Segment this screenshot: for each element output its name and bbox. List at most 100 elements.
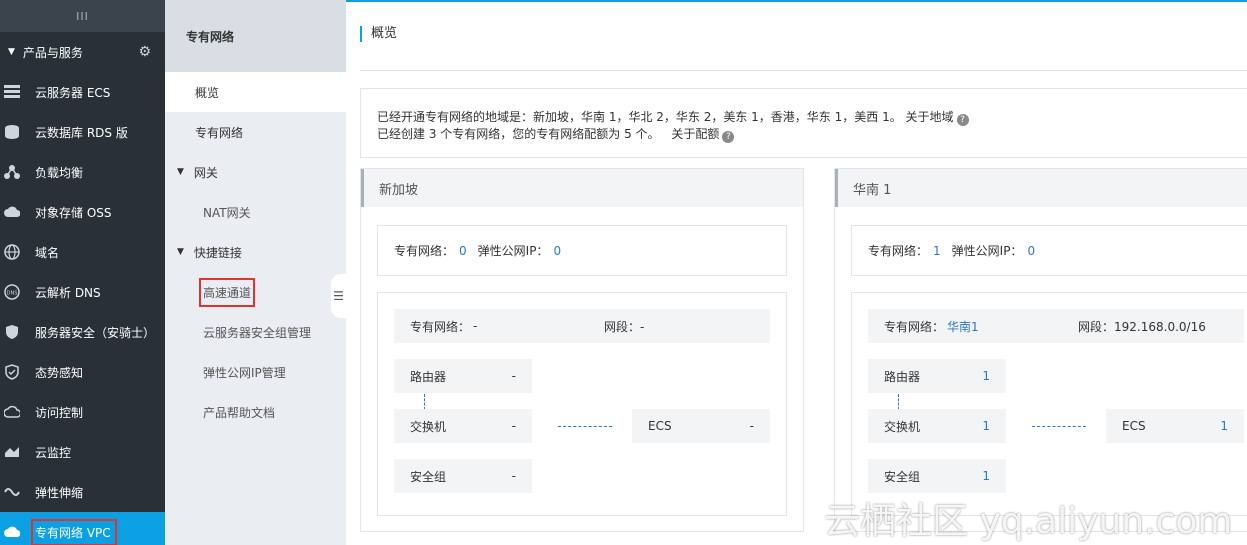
vpc-count-label: 专有网络： [394,244,455,258]
security-group-node[interactable]: 安全组 1 [868,459,1006,493]
sidebar-item-vpc[interactable]: 专有网络 VPC [0,512,165,545]
vpc-count[interactable]: 1 [933,244,941,258]
router-count: - [511,369,516,383]
help-icon[interactable]: ? [722,131,735,143]
sidebar-item-ess[interactable]: 弹性伸缩 [0,472,165,512]
subnav-group-gateway[interactable]: ▼ 网关 [165,152,346,192]
cloud-storage-icon [3,204,21,220]
subnav-item-eip[interactable]: 弹性公网IP管理 [165,352,346,392]
vpc-topology: 专有网络： - 网段：- 路由器 - 交换机 - ECS - 安全组 - [377,292,787,516]
subnav-item-overview[interactable]: 概览 [165,72,346,112]
caret-down-icon: ▼ [177,167,184,177]
switch-node: 交换机 - [394,409,532,443]
sidebar-item-label: 云监控 [35,445,72,460]
router-node[interactable]: 路由器 1 [868,359,1006,393]
ecs-node: ECS - [632,409,770,443]
sidebar-item-label: 服务器安全（安骑士） [35,325,156,340]
vpc-count[interactable]: 0 [459,244,467,258]
sidebar-item-cms[interactable]: 云监控 [0,432,165,472]
page-title: 概览 [360,26,397,42]
eip-count[interactable]: 0 [553,244,561,258]
subnav-title: 专有网络 [165,0,346,72]
product-sidebar: III ▼ 产品与服务 ⚙ 云服务器 ECS 云数据库 RDS 版 负载均衡 对… [0,0,165,545]
region-stats: 专有网络： 0 弹性公网IP： 0 [377,225,787,276]
security-group-count[interactable]: 1 [982,469,990,483]
sidebar-item-rds[interactable]: 云数据库 RDS 版 [0,112,165,152]
ecs-node[interactable]: ECS 1 [1106,409,1244,443]
about-regions-link[interactable]: 关于地域 [906,110,954,124]
sidebar-item-ecs[interactable]: 云服务器 ECS [0,72,165,112]
globe-icon [3,244,21,260]
vpc-link[interactable]: 华南1 [947,318,979,335]
sidebar-item-label: 云数据库 RDS 版 [35,125,128,140]
subnav-item-express-connect[interactable]: 高速通道 [165,272,346,312]
sidebar-item-label: 访问控制 [35,405,84,420]
region-name: 新加坡 [361,169,803,207]
load-balancer-icon [3,164,21,180]
sidebar-item-dns[interactable]: DNS 云解析 DNS [0,272,165,312]
shield-icon [3,324,21,340]
gear-icon[interactable]: ⚙ [138,44,151,60]
switch-ecs-connector [1032,426,1086,427]
router-switch-connector [424,394,425,410]
subnav-collapse-button[interactable]: ☰ [331,274,346,318]
segment-label: 网段： [604,319,641,334]
cidr-segment: 网段：192.168.0.0/16 [1078,318,1206,335]
vpc-value: - [473,319,478,333]
sidebar-item-label: 域名 [35,245,60,260]
subnav-item-help-docs[interactable]: 产品帮助文档 [165,392,346,432]
sidebar-item-label: 负载均衡 [35,165,84,180]
subnav-item-vpc[interactable]: 专有网络 [165,112,346,152]
subnav-group-quicklinks[interactable]: ▼ 快捷链接 [165,232,346,272]
dns-icon: DNS [3,284,21,300]
sidebar-item-label: 专有网络 VPC [31,518,117,545]
sidebar-item-domain[interactable]: 域名 [0,232,165,272]
sidebar-item-situation[interactable]: 态势感知 [0,352,165,392]
security-group-count: - [511,469,516,483]
router-count[interactable]: 1 [982,369,990,383]
eip-count[interactable]: 0 [1027,244,1035,258]
router-label: 路由器 [884,369,921,384]
sidebar-section-header[interactable]: ▼ 产品与服务 ⚙ [0,32,165,72]
sidebar-item-label: 云解析 DNS [35,285,101,300]
sidebar-item-label: 态势感知 [35,365,84,380]
collapse-icon: ☰ [333,289,344,303]
ecs-label: ECS [648,419,672,433]
sidebar-item-label: 弹性伸缩 [35,485,84,500]
about-quota-link[interactable]: 关于配额 [671,127,719,141]
sidebar-collapse-toggle[interactable]: III [0,0,165,32]
info-text-regions: 已经开通专有网络的地域是：新加坡，华南 1，华北 2，华东 2，美东 1，香港，… [377,110,902,124]
segment-value: 192.168.0.0/16 [1114,319,1206,334]
menu-bars-icon: III [76,9,89,23]
router-node: 路由器 - [394,359,532,393]
switch-node[interactable]: 交换机 1 [868,409,1006,443]
sidebar-item-ram[interactable]: 访问控制 [0,392,165,432]
router-label: 路由器 [410,369,447,384]
main-content: 概览 已经开通专有网络的地域是：新加坡，华南 1，华北 2，华东 2，美东 1，… [346,2,1247,545]
svg-text:DNS: DNS [7,291,18,297]
sidebar-item-aegis[interactable]: 服务器安全（安骑士） [0,312,165,352]
region-info-box: 已经开通专有网络的地域是：新加坡，华南 1，华北 2，华东 2，美东 1，香港，… [360,88,1247,158]
subnav-item-nat[interactable]: NAT网关 [165,192,346,232]
sidebar-item-slb[interactable]: 负载均衡 [0,152,165,192]
subnav-group-label: 网关 [193,165,218,180]
subnav-group-label: 快捷链接 [193,245,242,260]
subnav-item-security-group[interactable]: 云服务器安全组管理 [165,312,346,352]
ecs-count[interactable]: 1 [1220,419,1228,433]
server-icon [3,84,21,100]
sidebar-item-label: 云服务器 ECS [35,85,111,100]
cloud-outline-icon [3,404,21,420]
switch-count[interactable]: 1 [982,419,990,433]
info-text-quota: 已经创建 3 个专有网络，您的专有网络配额为 5 个。 [377,127,660,141]
region-stats: 专有网络： 1 弹性公网IP： 0 [851,225,1247,276]
switch-label: 交换机 [884,419,921,434]
info-line-quota: 已经创建 3 个专有网络，您的专有网络配额为 5 个。 关于配额? [377,126,1247,143]
region-name: 华南 1 [835,169,1247,207]
router-switch-connector [898,394,899,410]
segment-label: 网段： [1078,319,1115,334]
vpc-summary-row: 专有网络： - 网段：- [394,309,770,343]
help-icon[interactable]: ? [956,114,969,126]
sidebar-section-label: 产品与服务 [22,45,83,60]
sidebar-item-oss[interactable]: 对象存储 OSS [0,192,165,232]
vpc-label: 专有网络： [884,319,945,334]
